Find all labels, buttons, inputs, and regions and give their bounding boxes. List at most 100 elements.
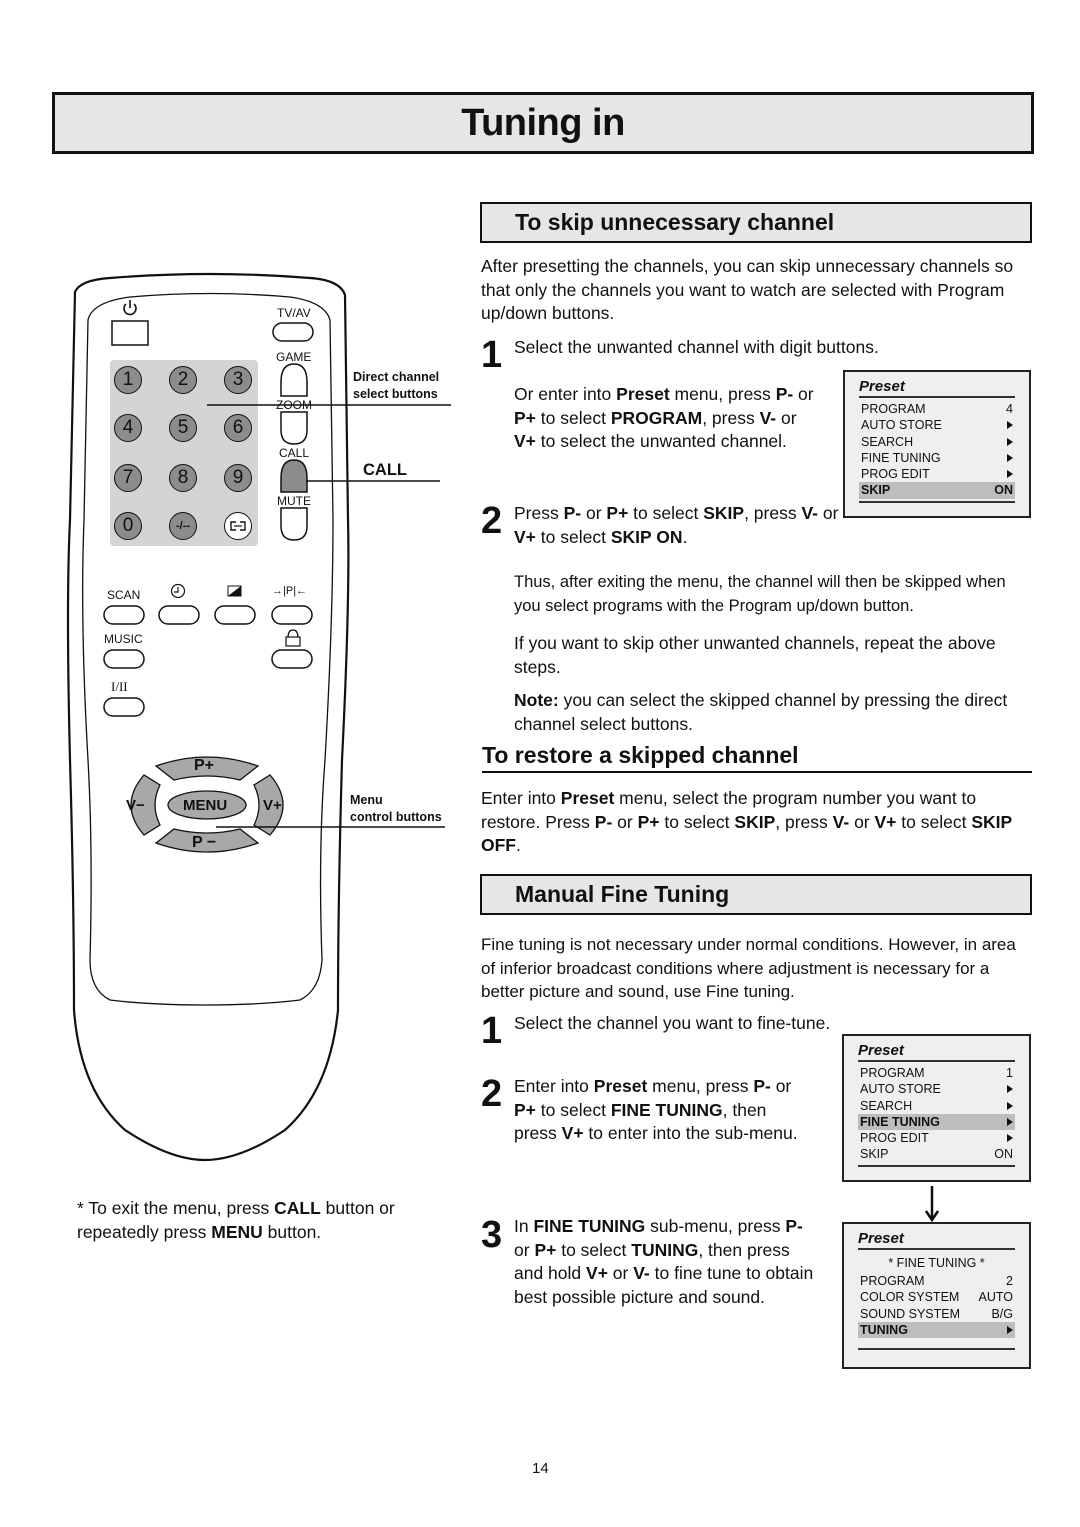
restore-body: Enter into Preset menu, select the progr…: [481, 788, 1012, 855]
osd-menu-row: TUNING: [858, 1321, 1015, 1339]
osd-menu-row: AUTO STORE: [858, 1081, 1015, 1097]
step-number: 2: [481, 1073, 503, 1115]
fine-step2: Enter into Preset menu, press P- or P+ t…: [514, 1076, 798, 1143]
fine-tuning-submenu-osd: Preset * FINE TUNING * PROGRAM 2 COLOR SYS…: [842, 1222, 1031, 1369]
osd-row-value: B/G: [991, 1306, 1013, 1321]
digit-label: 9: [232, 467, 244, 488]
skip-repeat: If you want to skip other unwanted chann…: [514, 633, 996, 677]
osd-row-value: 1: [1006, 1066, 1013, 1080]
osd-row-label: AUTO STORE: [860, 1082, 941, 1097]
digit-label: 2: [177, 369, 189, 390]
remote-control-illustration: [66, 272, 451, 1162]
osd-subtitle: * FINE TUNING *: [888, 1256, 985, 1270]
osd-row-value: ON: [994, 1147, 1013, 1162]
scan-label: SCAN: [107, 588, 141, 602]
clock-icon: [170, 583, 186, 599]
game-button[interactable]: [280, 363, 308, 397]
osd-row-value: ON: [994, 483, 1013, 498]
osd-menu-row: COLOR SYSTEM AUTO: [858, 1289, 1015, 1305]
osd-row-label: SKIP: [861, 483, 891, 498]
osd-menu-row: FINE TUNING: [859, 450, 1015, 466]
call-button[interactable]: [280, 459, 308, 493]
direct-channel-callout: Direct channel select buttons: [353, 369, 439, 403]
osd-menu-row: SKIP ON: [858, 1146, 1015, 1162]
fine-intro: Fine tuning is not necessary under norma…: [481, 935, 1016, 1001]
osd-row-value: 2: [1006, 1274, 1013, 1288]
heading-text: Manual Fine Tuning: [515, 881, 730, 907]
lock-button[interactable]: [271, 649, 313, 669]
digit-button[interactable]: 9: [224, 464, 252, 492]
zoom-button[interactable]: [280, 411, 308, 445]
fine-step3: In FINE TUNING sub-menu, press P- or P+ …: [514, 1216, 814, 1307]
chevron-right-icon: [1007, 450, 1013, 466]
digit-buttons: 1 2 3 4 5 6 7 8 9 0 -/--: [110, 362, 258, 546]
osd-row-label: PROGRAM: [860, 1066, 925, 1080]
step-number: 1: [481, 334, 503, 376]
osd-row-label: PROGRAM: [860, 1274, 925, 1288]
digit-button[interactable]: 6: [224, 414, 252, 442]
digit-label: 3: [232, 369, 244, 390]
teletext-button[interactable]: [224, 512, 252, 540]
osd-row-label: SKIP: [860, 1147, 889, 1162]
step-number: 3: [481, 1214, 503, 1256]
digit-button[interactable]: 8: [169, 464, 197, 492]
dual-sound-button[interactable]: [103, 697, 145, 717]
osd-row-value: 4: [1006, 402, 1013, 416]
picture-mode-button[interactable]: [214, 605, 256, 625]
digit-button[interactable]: 5: [169, 414, 197, 442]
power-button[interactable]: [111, 320, 149, 346]
mute-button[interactable]: [280, 507, 308, 541]
callout-line-1: Menu: [350, 793, 383, 807]
menu-label: MENU: [183, 797, 228, 814]
tvav-label: TV/AV: [277, 306, 311, 320]
skip-intro: After presetting the channels, you can s…: [481, 256, 1014, 323]
chevron-right-icon: [1007, 1114, 1013, 1130]
osd-menu-row: FINE TUNING: [858, 1113, 1015, 1131]
osd-row-label: FINE TUNING: [861, 450, 941, 465]
heading-text: To skip unnecessary channel: [515, 209, 835, 235]
digit-button[interactable]: -/--: [169, 512, 197, 540]
osd-menu-row: PROG EDIT: [858, 1130, 1015, 1146]
osd-menu-row: AUTO STORE: [859, 417, 1015, 433]
chevron-right-icon: [1007, 417, 1013, 433]
scan-button[interactable]: [103, 605, 145, 625]
dual-sound-label: I/II: [111, 679, 128, 694]
v-minus-label: V−: [126, 797, 145, 814]
digit-label: 8: [177, 467, 189, 488]
music-label: MUSIC: [104, 632, 143, 646]
chevron-right-icon: [1007, 466, 1013, 482]
digit-button[interactable]: 3: [224, 366, 252, 394]
swap-program-button[interactable]: [271, 605, 313, 625]
osd-menu-row: PROG EDIT: [859, 466, 1015, 482]
osd-menu-row: PROGRAM 2: [858, 1273, 1015, 1289]
skip-result: Thus, after exiting the menu, the channe…: [514, 573, 1006, 615]
page-number: 14: [532, 1460, 549, 1477]
picture-mode-icon: [227, 585, 242, 597]
callout-line-2: control buttons: [350, 810, 442, 824]
osd-menu-row: SKIP ON: [859, 482, 1015, 499]
osd-row-label: PROG EDIT: [860, 1131, 929, 1146]
digit-label: -/--: [175, 520, 191, 532]
osd-row-label: AUTO STORE: [861, 418, 942, 433]
exit-menu-footnote: * To exit the menu, press CALL button or…: [77, 1198, 395, 1242]
osd-title: Preset: [859, 378, 1015, 398]
digit-button[interactable]: 4: [114, 414, 142, 442]
digit-button[interactable]: 1: [114, 366, 142, 394]
skip-step2: Press P- or P+ to select SKIP, press V- …: [514, 503, 839, 547]
digit-button[interactable]: 0: [114, 512, 142, 540]
game-label: GAME: [276, 350, 312, 364]
music-button[interactable]: [103, 649, 145, 669]
osd-row-label: PROGRAM: [861, 402, 926, 416]
chevron-right-icon: [1007, 1081, 1013, 1097]
osd-row-label: COLOR SYSTEM: [860, 1290, 960, 1305]
osd-menu-row: SEARCH: [859, 434, 1015, 450]
page-title: Tuning in: [461, 101, 625, 144]
chevron-right-icon: [1007, 1130, 1013, 1146]
digit-button[interactable]: 7: [114, 464, 142, 492]
digit-button[interactable]: 2: [169, 366, 197, 394]
fine-step1: Select the channel you want to fine-tune…: [514, 1013, 831, 1033]
tvav-button[interactable]: [272, 322, 314, 342]
sleep-timer-button[interactable]: [158, 605, 200, 625]
teletext-icon: [230, 521, 246, 531]
p-minus-label: P −: [192, 834, 217, 851]
